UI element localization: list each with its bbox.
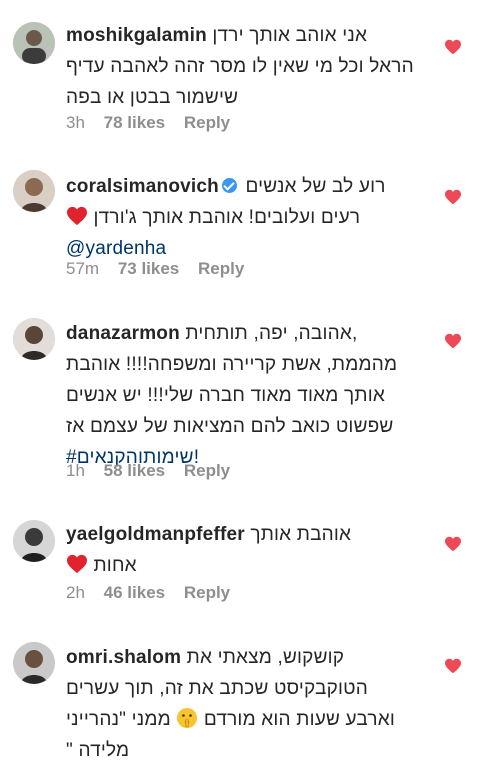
reply-button[interactable]: Reply bbox=[198, 259, 244, 278]
comment-text-line: שפשוט כואב להם המציאות של עצמם אז bbox=[66, 416, 394, 437]
like-heart-icon[interactable] bbox=[444, 189, 462, 205]
username[interactable]: coralsimanovich bbox=[66, 176, 219, 197]
avatar[interactable] bbox=[13, 170, 55, 212]
comments-list: moshikgalamin אני אוהב אותך ירדן הראל וכ… bbox=[0, 0, 490, 761]
comment-text-line: אני אוהב אותך ירדן bbox=[212, 25, 368, 46]
avatar[interactable] bbox=[13, 642, 55, 684]
username[interactable]: yaelgoldmanpfeffer bbox=[66, 524, 245, 545]
comment-text: yaelgoldmanpfeffer אוהבת אותך אחות bbox=[66, 519, 422, 581]
username[interactable]: danazarmon bbox=[66, 323, 180, 344]
comment-text-line: אוהבת אותך bbox=[250, 524, 352, 545]
verified-badge-icon bbox=[221, 178, 237, 193]
comment-meta: 57m 73 likes Reply bbox=[66, 259, 258, 279]
comment-text-line: קושקוש, מצאתי את bbox=[186, 647, 345, 668]
likes-count[interactable]: 46 likes bbox=[104, 583, 165, 602]
comment-text-line: אהובה, יפה, תותחית, bbox=[185, 323, 358, 344]
comment-text-line: הראל וכל מי שאין לו מסר זהה לאהבה עדיף bbox=[66, 56, 414, 77]
avatar[interactable] bbox=[13, 520, 55, 562]
timestamp: 1h bbox=[66, 461, 85, 480]
comment-text-line: רוע לב של אנשים bbox=[245, 176, 386, 197]
username[interactable]: moshikgalamin bbox=[66, 25, 207, 46]
shushing-face-emoji-icon bbox=[176, 708, 198, 730]
like-heart-icon[interactable] bbox=[444, 658, 462, 674]
comment-text-line: שישמור בבטן או בפה bbox=[66, 87, 239, 108]
comment-text-line: רעים ועלובים! אוהבת אותך ג'ורדן bbox=[93, 207, 361, 228]
likes-count[interactable]: 78 likes bbox=[104, 113, 165, 132]
like-heart-icon[interactable] bbox=[444, 39, 462, 55]
comment-text-line: וארבע שעות הוא מורדם bbox=[203, 709, 396, 730]
comment-text: danazarmon אהובה, יפה, תותחית, מהממת, אש… bbox=[66, 318, 422, 473]
comment-text: coralsimanovich רוע לב של אנשים רעים ועל… bbox=[66, 171, 422, 264]
comment-text: omri.shalom קושקוש, מצאתי את הטוקבקיסט ש… bbox=[66, 642, 422, 766]
comment-text-line: אותך מאוד מאוד חברה שלי!!! יש אנשים bbox=[66, 385, 385, 406]
comment-text-line: אחות bbox=[93, 555, 137, 576]
timestamp: 3h bbox=[66, 113, 85, 132]
timestamp: 2h bbox=[66, 583, 85, 602]
like-heart-icon[interactable] bbox=[444, 536, 462, 552]
username[interactable]: omri.shalom bbox=[66, 647, 181, 668]
comment-meta: 3h 78 likes Reply bbox=[66, 113, 244, 133]
timestamp: 57m bbox=[66, 259, 100, 278]
like-heart-icon[interactable] bbox=[444, 333, 462, 349]
heart-emoji-icon bbox=[66, 554, 88, 576]
mention-link[interactable]: @yardenha bbox=[66, 238, 166, 259]
avatar[interactable] bbox=[13, 318, 55, 360]
comment-text-line: " מלידה bbox=[66, 740, 130, 761]
comment-text: moshikgalamin אני אוהב אותך ירדן הראל וכ… bbox=[66, 20, 422, 113]
heart-emoji-icon bbox=[66, 206, 88, 228]
likes-count[interactable]: 73 likes bbox=[118, 259, 179, 278]
comment-text-line: ממני "נהרייני bbox=[66, 709, 171, 730]
reply-button[interactable]: Reply bbox=[184, 461, 230, 480]
reply-button[interactable]: Reply bbox=[184, 583, 230, 602]
comment-text-line: מהממת, אשת קריירה ומשפחה!!!! אוהבת bbox=[66, 354, 398, 375]
comment-meta: 1h 58 likes Reply bbox=[66, 461, 244, 481]
avatar[interactable] bbox=[13, 22, 55, 64]
likes-count[interactable]: 58 likes bbox=[104, 461, 165, 480]
reply-button[interactable]: Reply bbox=[184, 113, 230, 132]
comment-text-line: הטוקבקיסט שכתב את זה, תוך עשרים bbox=[66, 678, 368, 699]
comment-meta: 2h 46 likes Reply bbox=[66, 583, 244, 603]
